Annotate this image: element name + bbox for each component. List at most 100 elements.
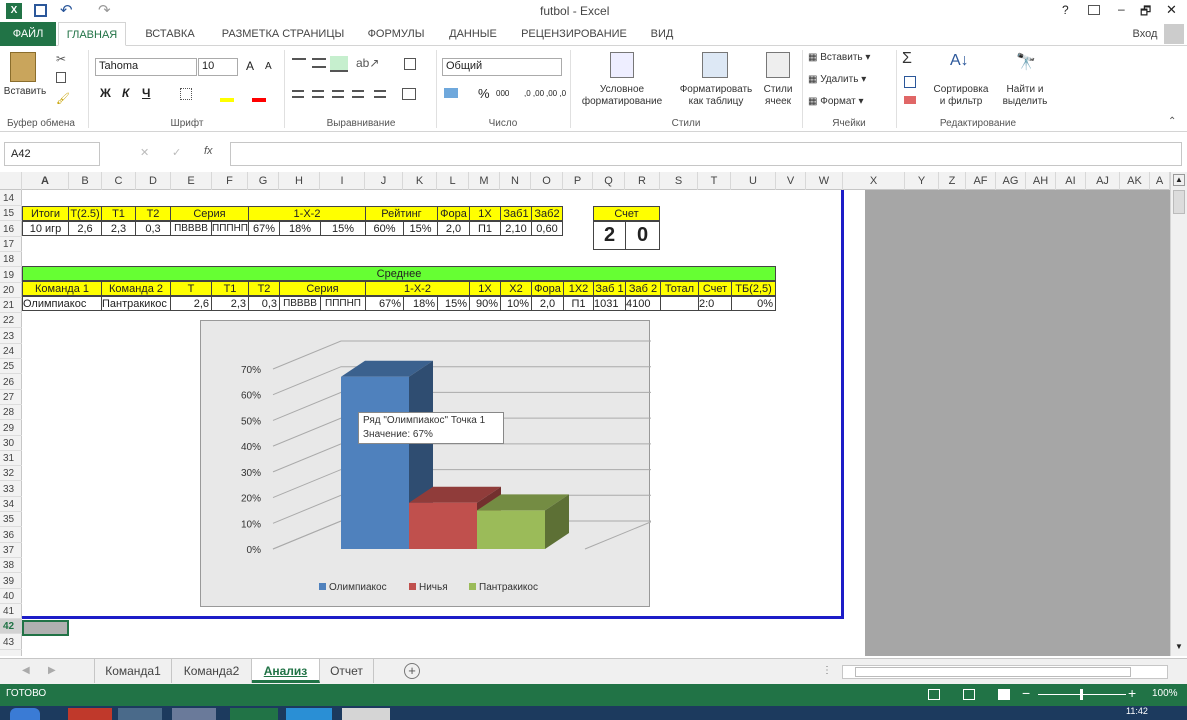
row-header[interactable]: 38 <box>0 558 22 574</box>
column-header[interactable]: F <box>212 172 248 190</box>
row-header[interactable]: 29 <box>0 421 22 436</box>
column-header[interactable]: K <box>403 172 437 190</box>
row-header[interactable]: 25 <box>0 359 22 375</box>
tab-insert[interactable]: ВСТАВКА <box>136 22 204 46</box>
row-header[interactable]: 22 <box>0 313 22 329</box>
clear-icon[interactable] <box>904 96 916 104</box>
t2-cell[interactable]: 15% <box>437 296 470 311</box>
align-middle-icon[interactable] <box>312 58 326 68</box>
t2-cell[interactable]: 0% <box>731 296 776 311</box>
column-header[interactable]: AI <box>1056 172 1086 190</box>
column-header[interactable]: E <box>171 172 212 190</box>
column-header[interactable]: S <box>660 172 698 190</box>
t1-cell[interactable]: ПППНП <box>211 221 249 236</box>
t1-cell[interactable]: 15% <box>403 221 438 236</box>
font-color-icon[interactable] <box>252 98 266 102</box>
borders-icon[interactable] <box>180 88 192 100</box>
ribbon-display-icon[interactable] <box>1088 5 1100 15</box>
column-header[interactable]: R <box>625 172 660 190</box>
sheet-tab-active[interactable]: Анализ <box>252 659 320 683</box>
row-header[interactable]: 33 <box>0 482 22 497</box>
wrap-text-icon[interactable] <box>404 58 416 70</box>
row-header[interactable]: 42 <box>0 619 22 635</box>
font-size-select[interactable]: 10 <box>198 58 238 76</box>
restore-button[interactable]: 🗗 <box>1140 2 1151 23</box>
t1-cell[interactable]: 2,0 <box>437 221 470 236</box>
sheet-tab[interactable]: Отчет <box>320 659 374 683</box>
cut-icon[interactable]: ✂ <box>56 52 66 66</box>
taskbar-app-icon[interactable] <box>172 708 216 720</box>
align-center-icon[interactable] <box>312 90 324 98</box>
undo-icon[interactable]: ↶ <box>60 1 73 19</box>
t2-header[interactable]: Счет <box>698 281 732 296</box>
column-header[interactable]: I <box>320 172 365 190</box>
row-header[interactable]: 31 <box>0 451 22 467</box>
column-header[interactable]: A <box>1150 172 1170 190</box>
tab-review[interactable]: РЕЦЕНЗИРОВАНИЕ <box>514 22 634 46</box>
tab-data[interactable]: ДАННЫЕ <box>442 22 504 46</box>
find-icon[interactable]: 🔭 <box>1016 52 1036 72</box>
t1-header[interactable]: Серия <box>170 206 249 221</box>
t2-header[interactable]: Серия <box>279 281 366 296</box>
t2-cell[interactable]: ПВВВВ <box>279 296 321 311</box>
row-header[interactable]: 21 <box>0 298 22 314</box>
column-header[interactable]: W <box>806 172 843 190</box>
t1-cell[interactable]: 67% <box>248 221 280 236</box>
decrease-decimal-button[interactable]: ,00 ,0 <box>546 89 566 98</box>
sort-filter-button[interactable]: Сортировка и фильтр <box>930 84 992 108</box>
tab-page-layout[interactable]: РАЗМЕТКА СТРАНИЦЫ <box>214 22 352 46</box>
column-header[interactable]: H <box>279 172 320 190</box>
redo-icon[interactable]: ↷ <box>98 1 111 19</box>
t2-cell[interactable]: 2:0 <box>698 296 732 311</box>
minimize-button[interactable]: – <box>1118 2 1125 16</box>
row-header[interactable]: 37 <box>0 543 22 558</box>
t1-header[interactable]: Т1 <box>101 206 136 221</box>
insert-cells-button[interactable]: ▦ Вставить ▾ <box>808 52 870 63</box>
t2-header[interactable]: Команда 1 <box>22 281 102 296</box>
column-header[interactable]: P <box>563 172 593 190</box>
row-header[interactable]: 15 <box>0 206 22 222</box>
formula-input[interactable] <box>230 142 1182 166</box>
help-button[interactable]: ? <box>1062 3 1069 17</box>
t2-cell[interactable]: 18% <box>403 296 438 311</box>
t1-header[interactable]: 1-Х-2 <box>248 206 366 221</box>
save-icon[interactable] <box>34 4 47 17</box>
column-header[interactable]: Z <box>939 172 966 190</box>
zoom-level[interactable]: 100% <box>1152 688 1178 699</box>
row-header[interactable]: 26 <box>0 375 22 390</box>
t1-cell[interactable]: 0,60 <box>531 221 563 236</box>
t2-cell[interactable]: Пантракикос <box>101 296 171 311</box>
t1-header[interactable]: Итоги <box>22 206 69 221</box>
t1-header[interactable]: Заб2 <box>531 206 563 221</box>
horizontal-scrollbar[interactable] <box>842 665 1168 679</box>
font-name-select[interactable]: Tahoma <box>95 58 197 76</box>
t2-cell[interactable]: Олимпиакос <box>22 296 102 311</box>
row-header[interactable]: 24 <box>0 344 22 359</box>
column-header[interactable]: AJ <box>1086 172 1120 190</box>
insert-function-button[interactable]: fx <box>204 145 213 157</box>
row-header[interactable]: 23 <box>0 329 22 344</box>
t1-cell[interactable]: П1 <box>469 221 501 236</box>
taskbar-app-icon[interactable] <box>342 708 390 720</box>
t1-cell[interactable]: 2,6 <box>68 221 102 236</box>
t2-cell[interactable]: П1 <box>563 296 594 311</box>
signin-link[interactable]: Вход <box>1128 22 1162 46</box>
column-header[interactable]: B <box>69 172 102 190</box>
page-break-view-icon[interactable] <box>998 689 1010 700</box>
row-header[interactable]: 28 <box>0 405 22 421</box>
row-header[interactable]: 43 <box>0 635 22 650</box>
row-header[interactable]: 40 <box>0 589 22 604</box>
row-header[interactable]: 35 <box>0 512 22 528</box>
column-header[interactable]: O <box>531 172 563 190</box>
t2-title[interactable]: Среднее <box>22 266 776 281</box>
t2-header[interactable]: Фора <box>531 281 564 296</box>
row-header[interactable]: 27 <box>0 390 22 405</box>
clock[interactable]: 11:42 <box>1126 706 1148 716</box>
number-format-select[interactable]: Общий <box>442 58 562 76</box>
t1-cell[interactable]: ПВВВВ <box>170 221 212 236</box>
t2-header[interactable]: Заб 2 <box>625 281 661 296</box>
format-painter-icon[interactable]: 🖌 <box>56 92 70 105</box>
hscroll-options-icon[interactable]: ⋮ <box>822 665 832 676</box>
hscroll-thumb[interactable] <box>855 667 1131 677</box>
scroll-down-icon[interactable]: ▼ <box>1173 642 1185 654</box>
